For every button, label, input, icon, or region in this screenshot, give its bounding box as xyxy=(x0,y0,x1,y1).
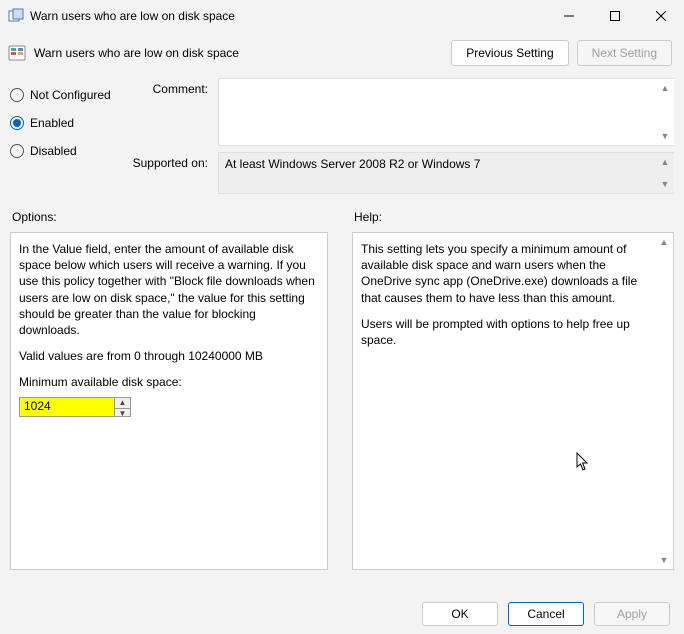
previous-setting-button[interactable]: Previous Setting xyxy=(451,40,568,66)
app-icon xyxy=(8,8,24,24)
apply-button[interactable]: Apply xyxy=(594,602,670,626)
radio-icon xyxy=(10,88,24,102)
dialog-buttons: OK Cancel Apply xyxy=(422,602,670,626)
scroll-down-icon[interactable]: ▼ xyxy=(658,129,672,143)
cancel-button[interactable]: Cancel xyxy=(508,602,584,626)
radio-disabled[interactable]: Disabled xyxy=(10,138,130,164)
scroll-up-icon[interactable]: ▲ xyxy=(658,81,672,95)
radio-not-configured[interactable]: Not Configured xyxy=(10,82,130,108)
options-panel: In the Value field, enter the amount of … xyxy=(10,232,328,570)
close-button[interactable] xyxy=(638,0,684,32)
next-setting-button[interactable]: Next Setting xyxy=(577,40,672,66)
radio-icon xyxy=(10,144,24,158)
minimum-space-label: Minimum available disk space: xyxy=(19,374,319,390)
minimum-space-value[interactable]: 1024 xyxy=(20,398,114,416)
radio-icon xyxy=(10,116,24,130)
options-description: In the Value field, enter the amount of … xyxy=(19,241,319,338)
options-label: Options: xyxy=(10,210,328,224)
help-label: Help: xyxy=(352,210,674,224)
help-text-2: Users will be prompted with options to h… xyxy=(361,316,655,348)
maximize-button[interactable] xyxy=(592,0,638,32)
help-text-1: This setting lets you specify a minimum … xyxy=(361,241,655,306)
radio-label: Disabled xyxy=(30,144,77,158)
ok-button[interactable]: OK xyxy=(422,602,498,626)
scroll-down-icon[interactable]: ▼ xyxy=(658,177,672,191)
titlebar: Warn users who are low on disk space xyxy=(0,0,684,32)
subheader: Warn users who are low on disk space Pre… xyxy=(0,32,684,74)
scroll-down-icon[interactable]: ▼ xyxy=(657,553,671,567)
comment-label: Comment: xyxy=(130,78,218,146)
spinner-down-icon[interactable]: ▼ xyxy=(115,409,130,420)
policy-icon xyxy=(8,44,26,62)
help-scrollbar[interactable]: ▲ ▼ xyxy=(657,233,673,569)
help-panel: This setting lets you specify a minimum … xyxy=(352,232,674,570)
state-options: Not Configured Enabled Disabled xyxy=(10,78,130,200)
supported-on-box: At least Windows Server 2008 R2 or Windo… xyxy=(218,152,674,194)
minimize-button[interactable] xyxy=(546,0,592,32)
spinner-up-icon[interactable]: ▲ xyxy=(115,398,130,410)
scroll-up-icon[interactable]: ▲ xyxy=(657,235,671,249)
supported-on-value: At least Windows Server 2008 R2 or Windo… xyxy=(225,157,480,171)
radio-label: Not Configured xyxy=(30,88,111,102)
supported-on-label: Supported on: xyxy=(130,152,218,194)
radio-label: Enabled xyxy=(30,116,74,130)
comment-input[interactable]: ▲ ▼ xyxy=(218,78,674,146)
policy-title: Warn users who are low on disk space xyxy=(34,46,443,60)
radio-enabled[interactable]: Enabled xyxy=(10,110,130,136)
window-title: Warn users who are low on disk space xyxy=(30,9,546,23)
minimum-space-spinner[interactable]: 1024 ▲ ▼ xyxy=(19,397,131,417)
scroll-up-icon[interactable]: ▲ xyxy=(658,155,672,169)
options-valid-values: Valid values are from 0 through 10240000… xyxy=(19,348,319,364)
